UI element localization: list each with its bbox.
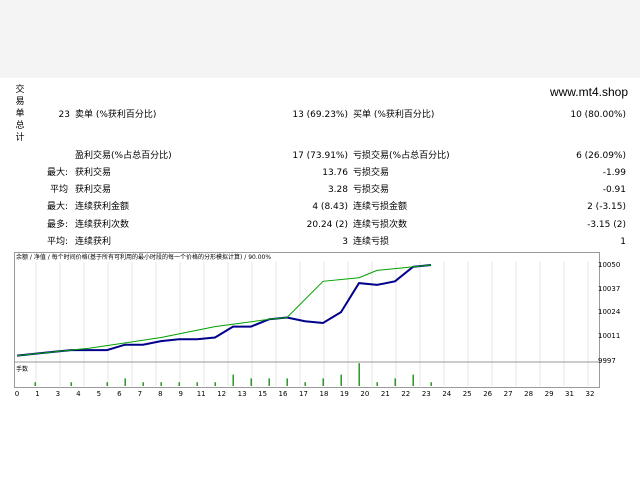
x-tick-label: 7 [137,390,143,398]
x-tick-label: 20 [360,390,370,398]
volume-bar [268,378,270,386]
x-tick-label: 18 [319,390,329,398]
equity-line [16,264,432,357]
volume-bar [160,382,162,386]
x-tick-label: 31 [565,390,574,398]
balance-line [16,264,432,357]
x-tick-label: 29 [544,390,554,398]
x-tick-label: 28 [524,390,534,398]
volume-bar [250,378,252,386]
y-tick-label: 9997 [598,357,616,365]
x-tick-label: 11 [196,390,206,398]
volume-bar [214,382,216,386]
volume-bar [106,382,108,386]
x-tick-label: 9 [178,390,183,398]
x-tick-label: 21 [380,390,390,398]
x-tick-label: 3 [55,390,61,398]
x-tick-label: 15 [258,390,268,398]
y-tick-label: 10050 [598,261,621,269]
x-tick-label: 4 [76,390,81,398]
x-tick-label: 26 [483,390,493,398]
volume-bar [412,374,414,386]
volume-bar [376,382,378,386]
volume-bar [430,382,432,386]
x-tick-label: 19 [339,390,349,398]
x-tick-label: 22 [401,390,411,398]
x-tick-label: 23 [421,390,431,398]
x-tick-label: 13 [237,390,247,398]
volume-bar [322,378,324,386]
x-tick-label: 32 [585,390,595,398]
x-tick-label: 0 [14,390,20,398]
volume-bar [394,378,396,386]
volume-bar [142,382,144,386]
volume-bar [232,374,234,386]
volume-bar [124,378,126,386]
x-tick-label: 16 [278,390,288,398]
volume-bar [286,378,288,386]
x-tick-label: 17 [299,390,308,398]
x-tick-label: 24 [442,390,452,398]
x-tick-label: 5 [96,390,102,398]
y-tick-label: 10037 [598,284,621,293]
x-tick-label: 25 [462,390,472,398]
chart-plot [15,262,599,386]
y-tick-label: 10024 [598,308,621,317]
y-tick-label: 10011 [598,331,621,340]
volume-bar [196,382,198,386]
x-tick-label: 1 [35,390,40,398]
x-tick-label: 6 [117,390,122,398]
volume-bar [178,382,180,386]
x-tick-label: 27 [503,390,513,398]
volume-bar [358,363,360,386]
volume-bar [304,382,306,386]
x-tick-label: 8 [158,390,163,398]
volume-bar [34,382,36,386]
x-tick-label: 12 [217,390,227,398]
volume-bar [340,374,342,386]
volume-bar [70,382,72,386]
